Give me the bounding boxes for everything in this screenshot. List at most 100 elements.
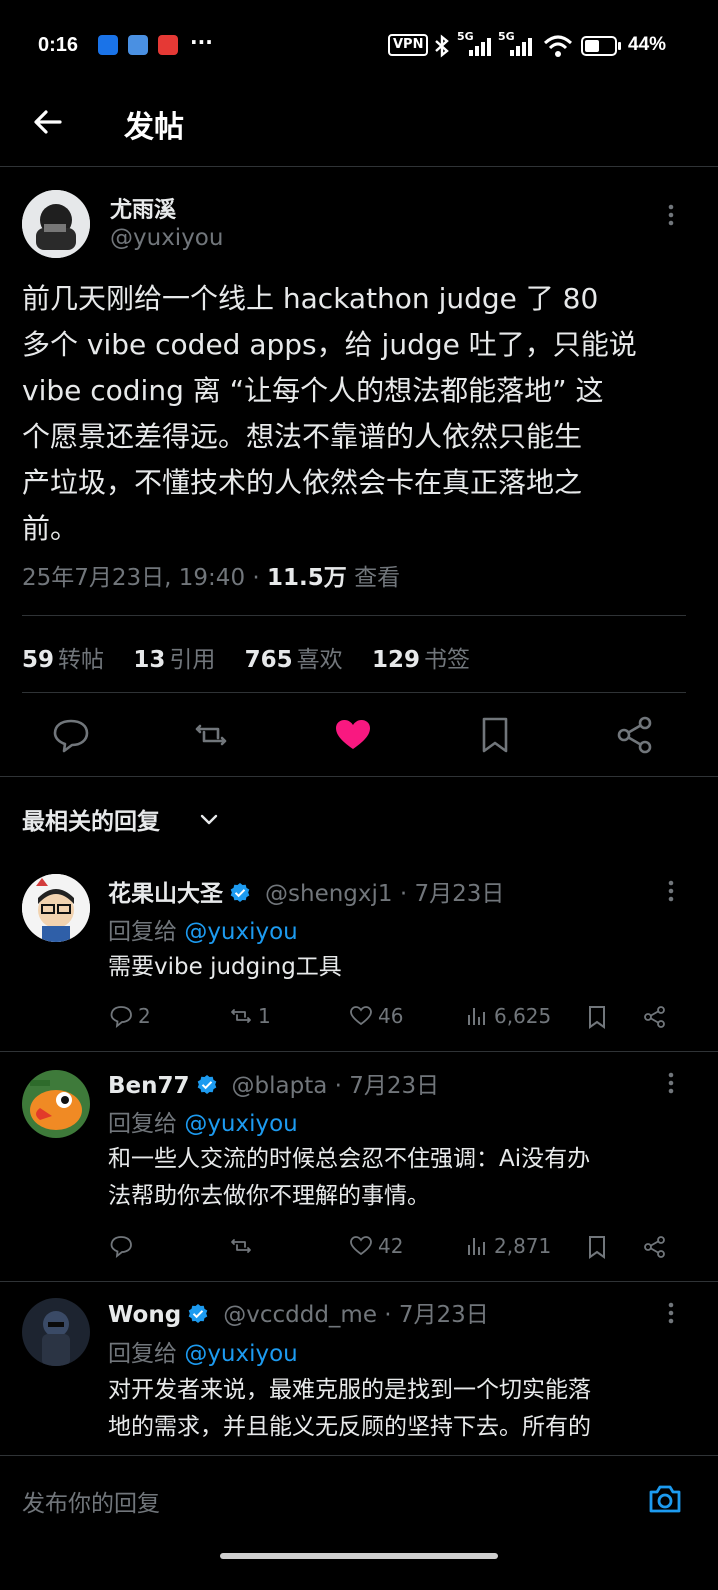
reply-author-name[interactable]: Wong: [108, 1302, 181, 1328]
more-vertical-icon[interactable]: [656, 1068, 686, 1098]
reply-author-name[interactable]: 花果山大圣: [108, 881, 223, 907]
vpn-badge: VPN: [388, 34, 429, 56]
meta-divider: [22, 615, 686, 616]
tweet-date: 25年7月23日, 19:40 ·: [22, 565, 268, 591]
more-vertical-icon[interactable]: [656, 200, 686, 230]
reply-to-link[interactable]: @yuxiyou: [184, 1341, 297, 1367]
bookmark-icon[interactable]: [584, 1004, 610, 1030]
share-icon[interactable]: [642, 1004, 668, 1030]
share-icon[interactable]: [642, 1234, 668, 1260]
battery-percent: 44%: [628, 34, 667, 55]
view-count: 6,625: [494, 1004, 552, 1028]
quote-count[interactable]: 13: [133, 647, 165, 673]
reply-author-row: Wong @vccddd_me · 7月23日: [108, 1295, 489, 1329]
reply-to-prefix: 回复给: [108, 1111, 185, 1137]
camera-icon[interactable]: [646, 1480, 684, 1518]
wifi-icon: [543, 35, 573, 57]
tweet-stats: 59 转帖 13 引用 765 喜欢 129 书签: [22, 640, 492, 674]
reply-handle-date[interactable]: @shengxj1 · 7月23日: [265, 881, 504, 907]
more-vertical-icon[interactable]: [656, 876, 686, 906]
bookmark-label[interactable]: 书签: [424, 647, 470, 673]
reply-to-prefix: 回复给: [108, 919, 185, 945]
tweet-body: 前几天刚给一个线上 hackathon judge 了 80 多个 vibe c…: [22, 282, 637, 545]
reply-to-link[interactable]: @yuxiyou: [184, 1111, 297, 1137]
repost-icon: [231, 1239, 251, 1253]
calendar-app-icon: [128, 35, 148, 55]
repost-icon: [231, 1009, 251, 1023]
reply-repost-button[interactable]: [228, 1233, 258, 1259]
views-chart-icon: [468, 1008, 485, 1025]
battery-icon: [581, 36, 621, 56]
signal-icon: [469, 38, 491, 56]
heart-icon: [350, 1236, 372, 1256]
reply-to-link[interactable]: @yuxiyou: [184, 919, 297, 945]
reply-icon: [110, 1006, 132, 1029]
repost-count: 1: [258, 1004, 271, 1028]
home-indicator[interactable]: [220, 1553, 498, 1559]
reply-views-button[interactable]: 2,871: [464, 1233, 551, 1259]
bookmark-count[interactable]: 129: [372, 647, 420, 673]
bookmark-icon[interactable]: [472, 712, 518, 758]
reply-avatar[interactable]: [22, 1070, 90, 1138]
reply-handle-date[interactable]: @blapta · 7月23日: [232, 1073, 440, 1099]
notification-app-icon: [98, 35, 118, 55]
reply-author-name[interactable]: Ben77: [108, 1073, 190, 1099]
signal-icon-2: [510, 38, 532, 56]
tweet-meta: 25年7月23日, 19:40 · 11.5万 查看: [22, 558, 400, 592]
reply-text: 和一些人交流的时候总会忍不住强调：Ai没有办 法帮助你去做你不理解的事情。: [108, 1146, 591, 1209]
reply-icon[interactable]: [48, 712, 94, 758]
reply-input[interactable]: 发布你的回复: [22, 1484, 160, 1518]
repost-icon[interactable]: [188, 712, 234, 758]
reply-icon: [110, 1236, 132, 1259]
more-vertical-icon[interactable]: [656, 1298, 686, 1328]
bookmark-icon[interactable]: [584, 1234, 610, 1260]
views-chart-icon: [468, 1238, 485, 1255]
like-count: 42: [378, 1234, 404, 1258]
reply-like-button[interactable]: 42: [348, 1233, 403, 1259]
quote-label[interactable]: 引用: [169, 647, 215, 673]
reply-avatar[interactable]: [22, 1298, 90, 1366]
like-count: 46: [378, 1004, 404, 1028]
like-heart-icon[interactable]: [330, 712, 376, 758]
reply-sort-label[interactable]: 最相关的回复: [22, 802, 160, 836]
like-count[interactable]: 765: [245, 647, 293, 673]
reply-composer: [0, 1455, 718, 1590]
chevron-down-icon[interactable]: [198, 808, 220, 830]
heart-icon: [350, 1006, 372, 1026]
reply-reply-button[interactable]: 2: [108, 1003, 151, 1029]
view-count: 11.5万: [267, 565, 347, 591]
verified-badge-icon: [230, 883, 250, 902]
author-avatar[interactable]: [22, 190, 90, 258]
bluetooth-icon: [435, 34, 449, 58]
repost-count[interactable]: 59: [22, 647, 54, 673]
back-arrow-icon[interactable]: [30, 104, 66, 140]
page-title: 发帖: [124, 110, 184, 145]
like-label[interactable]: 喜欢: [297, 647, 343, 673]
share-icon[interactable]: [612, 712, 658, 758]
reply-text: 对开发者来说，最难克服的是找到一个切实能落 地的需求，并且能义无反顾的坚持下去。…: [108, 1377, 591, 1440]
repost-label[interactable]: 转帖: [58, 647, 104, 673]
author-name[interactable]: 尤雨溪: [110, 192, 176, 224]
more-notifications-icon: ···: [190, 30, 213, 54]
reply-reply-button[interactable]: [108, 1233, 138, 1259]
reply-divider: [0, 1281, 718, 1282]
reply-like-button[interactable]: 46: [348, 1003, 403, 1029]
reply-to-line: 回复给 @yuxiyou: [108, 1104, 298, 1138]
header-divider: [0, 166, 718, 167]
composer-divider: [0, 1455, 718, 1456]
status-bar: 0:16 ··· VPN 5G 5G 44%: [0, 0, 718, 92]
status-time: 0:16: [38, 34, 79, 56]
reply-text: 需要vibe judging工具: [108, 954, 342, 980]
reply-count: 2: [138, 1004, 151, 1028]
shopping-app-icon: [158, 35, 178, 55]
reply-to-line: 回复给 @yuxiyou: [108, 1334, 298, 1368]
author-handle[interactable]: @yuxiyou: [110, 225, 223, 251]
reply-avatar[interactable]: [22, 874, 90, 942]
reply-handle-date[interactable]: @vccddd_me · 7月23日: [223, 1302, 489, 1328]
reply-views-button[interactable]: 6,625: [464, 1003, 551, 1029]
reply-divider: [0, 1051, 718, 1052]
view-count: 2,871: [494, 1234, 552, 1258]
reply-author-row: 花果山大圣 @shengxj1 · 7月23日: [108, 874, 504, 908]
stats-divider: [22, 692, 686, 693]
reply-repost-button[interactable]: 1: [228, 1003, 271, 1029]
